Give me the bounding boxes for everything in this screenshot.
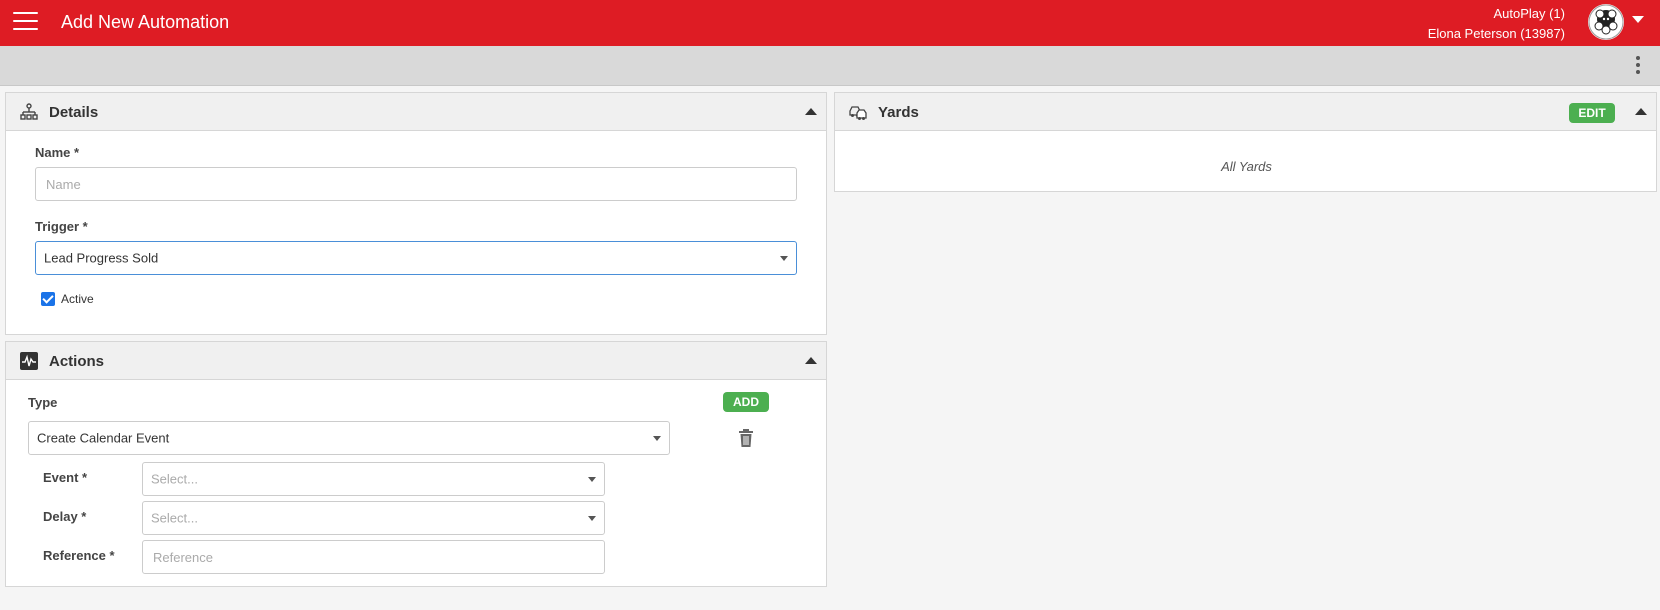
yards-panel: Yards EDIT All Yards <box>834 92 1657 192</box>
type-label: Type <box>28 395 58 410</box>
sub-toolbar <box>0 46 1660 86</box>
yards-value: All Yards <box>1221 159 1272 174</box>
kebab-vertical-icon[interactable] <box>1634 54 1642 78</box>
account-name: AutoPlay (1) <box>1493 6 1565 21</box>
user-name: Elona Peterson (13987) <box>1427 26 1565 41</box>
activity-pulse-icon <box>20 352 38 370</box>
chevron-down-icon <box>653 436 661 441</box>
page-title: Add New Automation <box>61 12 230 32</box>
active-checkbox[interactable] <box>41 292 55 306</box>
active-label: Active <box>61 292 94 306</box>
name-input[interactable] <box>35 167 797 201</box>
top-bar: Add New Automation AutoPlay (1) Elona Pe… <box>0 0 1660 46</box>
chevron-down-icon <box>780 256 788 261</box>
sitemap-icon <box>20 103 38 120</box>
yards-title: Yards <box>878 104 919 121</box>
reference-label: Reference * <box>43 548 115 563</box>
actions-header[interactable]: Actions <box>6 342 826 380</box>
event-label: Event * <box>43 470 88 485</box>
actions-panel: Actions Type ADD Create Calendar Event E… <box>5 341 827 587</box>
details-panel: Details Name * Trigger * Lead Progress S… <box>5 92 827 335</box>
event-select[interactable]: Select... <box>142 462 605 496</box>
collapse-actions-icon[interactable] <box>805 357 817 364</box>
delay-select[interactable]: Select... <box>142 501 605 535</box>
event-placeholder: Select... <box>151 471 198 487</box>
avatar[interactable] <box>1588 4 1624 40</box>
trash-icon[interactable] <box>738 429 754 447</box>
delay-label: Delay * <box>43 509 87 524</box>
collapse-details-icon[interactable] <box>805 108 817 115</box>
hamburger-menu-icon[interactable] <box>13 12 38 32</box>
collapse-yards-icon[interactable] <box>1635 108 1647 115</box>
actions-title: Actions <box>49 353 105 370</box>
details-header[interactable]: Details <box>6 93 826 131</box>
trigger-value: Lead Progress Sold <box>44 250 159 266</box>
user-info[interactable]: AutoPlay (1) Elona Peterson (13987) <box>1428 4 1565 44</box>
action-type-value: Create Calendar Event <box>37 430 170 446</box>
chevron-down-icon <box>588 516 596 521</box>
edit-yards-button[interactable]: EDIT <box>1569 103 1615 123</box>
trigger-select[interactable]: Lead Progress Sold <box>35 241 797 275</box>
details-title: Details <box>49 104 99 121</box>
action-type-select[interactable]: Create Calendar Event <box>28 421 670 455</box>
cars-icon <box>849 106 867 120</box>
chevron-down-icon <box>588 477 596 482</box>
name-label: Name * <box>35 145 80 160</box>
yards-header[interactable]: Yards EDIT <box>835 93 1656 131</box>
caret-down-icon[interactable] <box>1632 16 1644 23</box>
delay-placeholder: Select... <box>151 510 198 526</box>
add-action-button[interactable]: ADD <box>723 392 769 412</box>
reference-input[interactable] <box>142 540 605 574</box>
trigger-label: Trigger * <box>35 219 88 234</box>
